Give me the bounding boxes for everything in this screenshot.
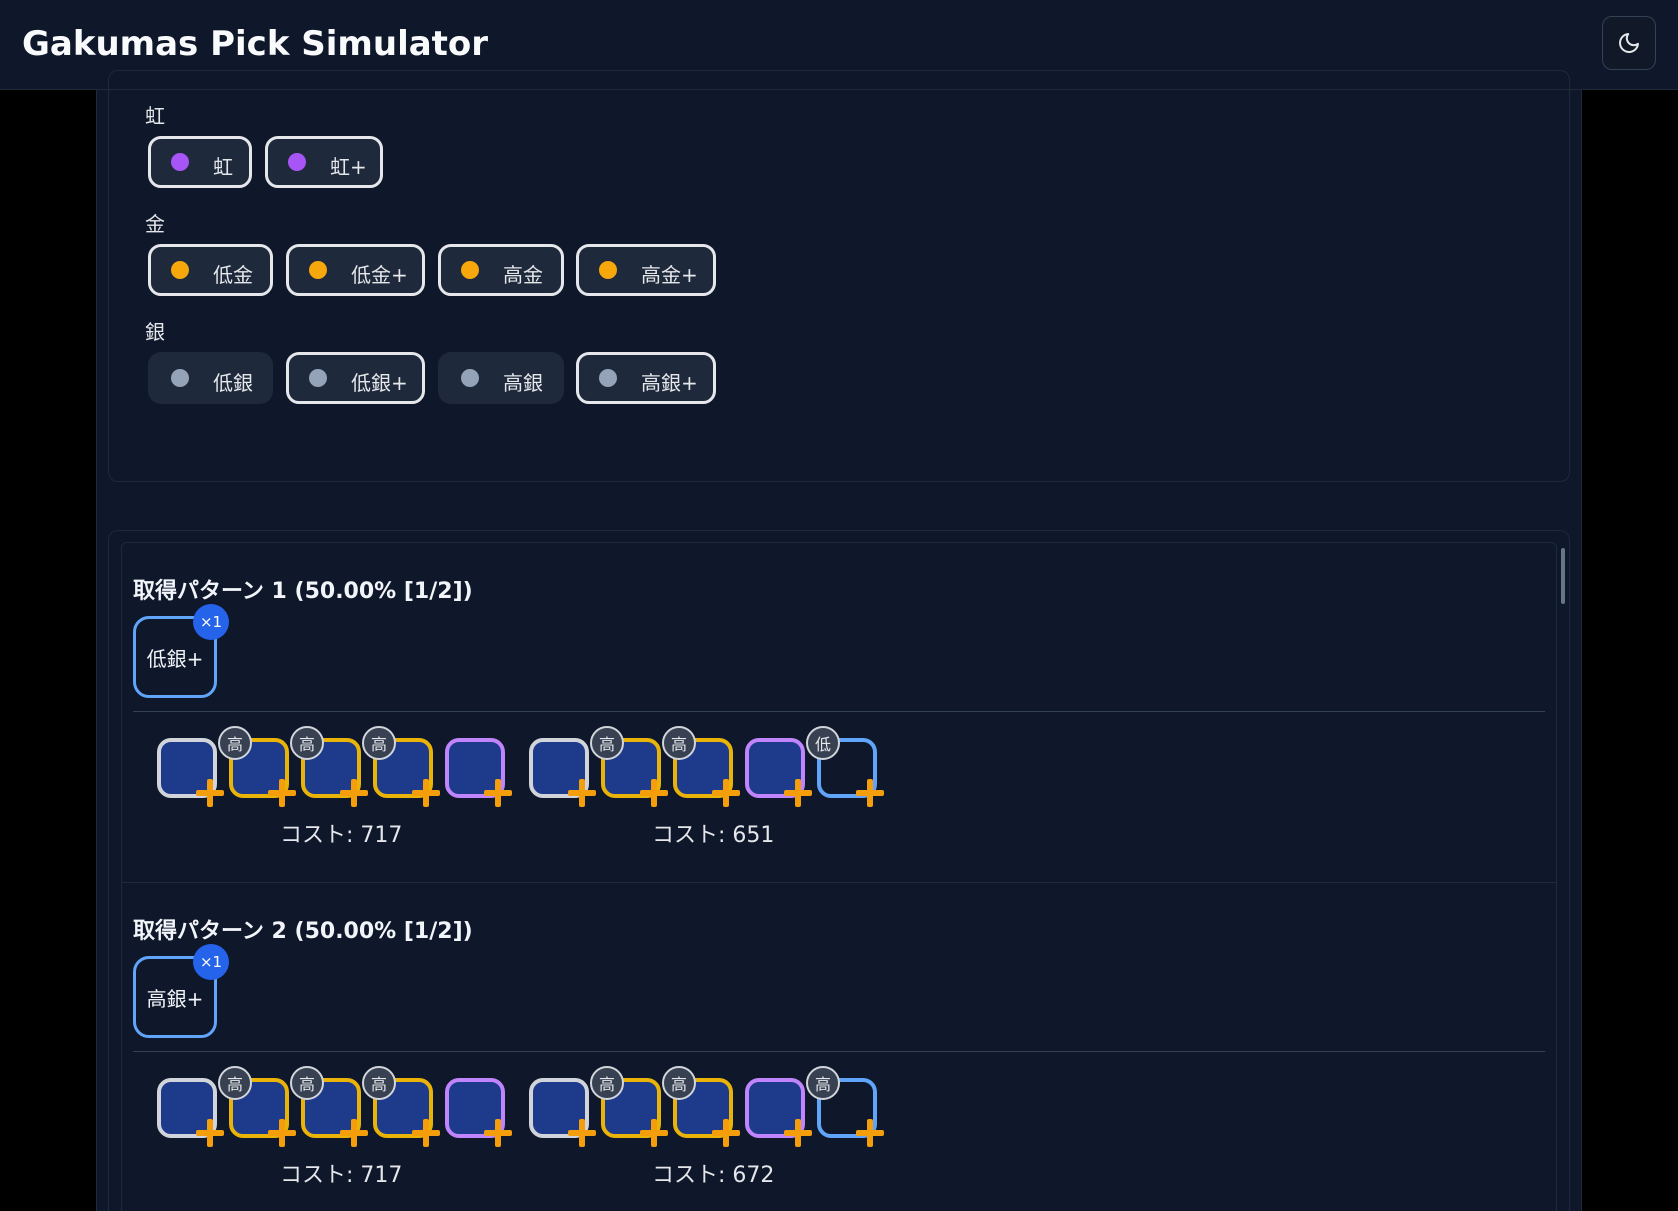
rarity-group-label-silver: 銀 xyxy=(145,320,165,344)
tier-badge: 高 xyxy=(806,1066,840,1100)
picked-card-label: 低銀+ xyxy=(146,646,204,671)
deck-slot xyxy=(445,738,505,798)
tier-badge: 高 xyxy=(218,1066,252,1100)
divider xyxy=(133,1051,1545,1052)
pattern-title: 取得パターン 1 (50.00% [1/2]) xyxy=(133,579,473,604)
chip-label: 低金 xyxy=(213,263,253,287)
chip-high-silver[interactable]: 高銀 xyxy=(438,352,564,404)
tier-badge: 高 xyxy=(590,1066,624,1100)
count-badge: ×1 xyxy=(193,604,229,640)
gold-dot-icon xyxy=(171,261,189,279)
moon-icon xyxy=(1619,33,1639,53)
deck-slot xyxy=(157,738,217,798)
pattern-title: 取得パターン 2 (50.00% [1/2]) xyxy=(133,919,473,944)
silver-dot-icon xyxy=(309,369,327,387)
tier-badge: 低 xyxy=(806,726,840,760)
chip-rainbow-plus[interactable]: 虹+ xyxy=(265,136,383,188)
tier-badge: 高 xyxy=(290,1066,324,1100)
divider xyxy=(133,711,1545,712)
deck-slot xyxy=(745,1078,805,1138)
silver-dot-icon xyxy=(171,369,189,387)
deck-slot xyxy=(529,1078,589,1138)
chip-high-gold-plus[interactable]: 高金+ xyxy=(576,244,716,296)
chip-label: 虹 xyxy=(213,155,233,179)
picked-card-label: 高銀+ xyxy=(146,986,204,1011)
tier-badge: 高 xyxy=(290,726,324,760)
chip-label: 低銀+ xyxy=(351,371,408,395)
chip-low-silver[interactable]: 低銀 xyxy=(148,352,273,404)
gold-dot-icon xyxy=(309,261,327,279)
rainbow-dot-icon xyxy=(171,153,189,171)
tier-badge: 高 xyxy=(362,726,396,760)
deck-cost: コスト: 717 xyxy=(280,823,403,848)
deck-cost: コスト: 651 xyxy=(652,823,775,848)
chip-label: 虹+ xyxy=(330,155,367,179)
rarity-group-label-rainbow: 虹 xyxy=(145,104,165,128)
chip-high-gold[interactable]: 高金 xyxy=(438,244,564,296)
chip-low-gold-plus[interactable]: 低金+ xyxy=(286,244,425,296)
chip-label: 低金+ xyxy=(351,263,408,287)
gold-dot-icon xyxy=(461,261,479,279)
tier-badge: 高 xyxy=(662,1066,696,1100)
chip-label: 高金+ xyxy=(641,263,698,287)
app-title: Gakumas Pick Simulator xyxy=(22,24,489,64)
deck-slot xyxy=(529,738,589,798)
silver-dot-icon xyxy=(599,369,617,387)
tier-badge: 高 xyxy=(590,726,624,760)
chip-label: 高金 xyxy=(503,263,543,287)
silver-dot-icon xyxy=(461,369,479,387)
deck-slot xyxy=(745,738,805,798)
tier-badge: 高 xyxy=(662,726,696,760)
tier-badge: 高 xyxy=(362,1066,396,1100)
chip-label: 高銀+ xyxy=(641,371,698,395)
tier-badge: 高 xyxy=(218,726,252,760)
chip-label: 低銀 xyxy=(213,371,253,395)
count-badge: ×1 xyxy=(193,944,229,980)
chip-label: 高銀 xyxy=(503,371,543,395)
deck-slot xyxy=(445,1078,505,1138)
gold-dot-icon xyxy=(599,261,617,279)
pattern-separator xyxy=(122,882,1556,883)
chip-high-silver-plus[interactable]: 高銀+ xyxy=(576,352,716,404)
chip-rainbow[interactable]: 虹 xyxy=(148,136,252,188)
chip-low-gold[interactable]: 低金 xyxy=(148,244,273,296)
deck-cost: コスト: 672 xyxy=(652,1163,775,1188)
scrollbar-thumb[interactable] xyxy=(1561,548,1565,604)
rarity-group-label-gold: 金 xyxy=(145,212,165,236)
deck-cost: コスト: 717 xyxy=(280,1163,403,1188)
theme-toggle-button[interactable] xyxy=(1602,16,1656,70)
chip-low-silver-plus[interactable]: 低銀+ xyxy=(286,352,425,404)
deck-slot xyxy=(157,1078,217,1138)
rainbow-dot-icon xyxy=(288,153,306,171)
